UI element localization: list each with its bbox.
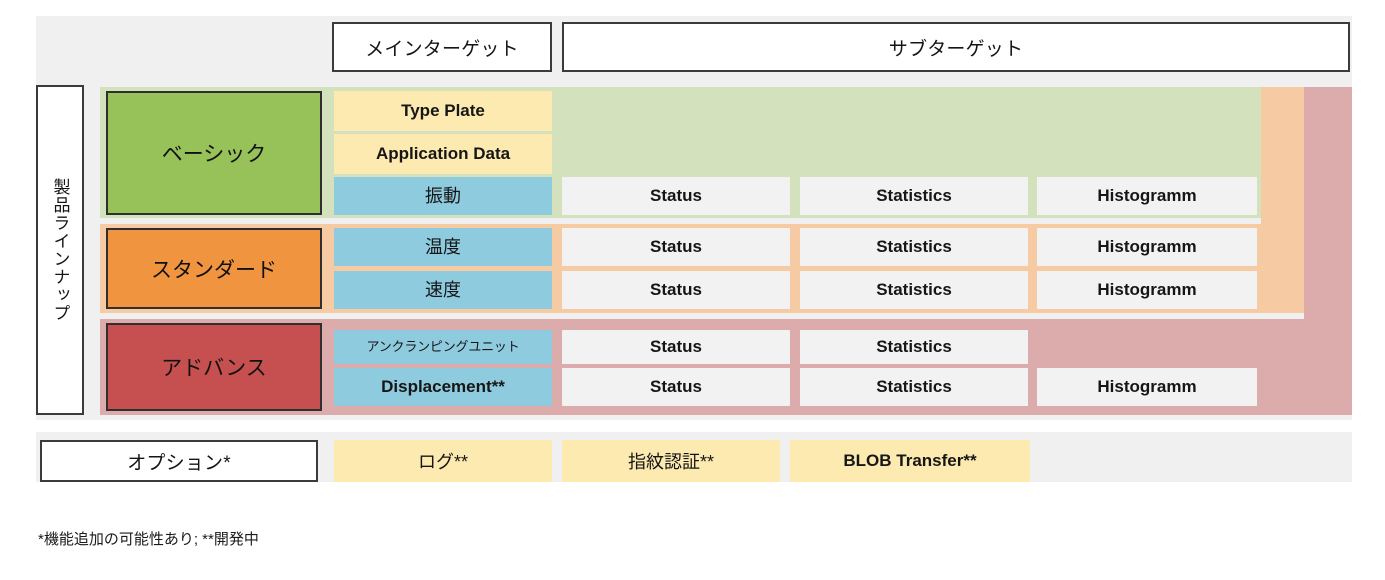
sub-cell-label: Histogramm — [1097, 280, 1197, 300]
product-lineup-matrix: メインターゲット サブターゲット 製品ラインナップ ベーシック Type Pla… — [0, 0, 1385, 580]
sub-cell-status[interactable]: Status — [562, 177, 790, 215]
sub-cell-label: Status — [650, 337, 702, 357]
sub-cell-statistics[interactable]: Statistics — [800, 228, 1028, 266]
sub-cell-label: Histogramm — [1097, 186, 1197, 206]
sub-cell-statistics[interactable]: Statistics — [800, 271, 1028, 309]
sub-cell-label: Statistics — [876, 186, 952, 206]
sub-cell-histogramm[interactable]: Histogramm — [1037, 228, 1257, 266]
tier-chip-advance[interactable]: アドバンス — [106, 323, 322, 411]
tier-chip-advance-label: アドバンス — [161, 357, 267, 380]
sub-cell-label: Status — [650, 186, 702, 206]
sub-cell-statistics[interactable]: Statistics — [800, 330, 1028, 364]
sub-cell-label: Histogramm — [1097, 377, 1197, 397]
side-label-product-lineup: 製品ラインナップ — [36, 85, 84, 415]
feature-label: 振動 — [425, 185, 461, 206]
feature-cell-speed[interactable]: 速度 — [334, 271, 552, 309]
header-sub-target: サブターゲット — [562, 22, 1350, 72]
sub-cell-label: Statistics — [876, 237, 952, 257]
sub-cell-histogramm[interactable]: Histogramm — [1037, 177, 1257, 215]
option-item-label: ログ** — [417, 452, 468, 472]
sub-cell-status[interactable]: Status — [562, 330, 790, 364]
footnote: *機能追加の可能性あり; **開発中 — [38, 528, 738, 552]
sub-cell-status[interactable]: Status — [562, 271, 790, 309]
sub-cell-label: Statistics — [876, 280, 952, 300]
feature-cell-temperature[interactable]: 温度 — [334, 228, 552, 266]
feature-label: Application Data — [375, 144, 511, 164]
option-item-blob-transfer[interactable]: BLOB Transfer** — [790, 440, 1030, 482]
feature-label: 速度 — [425, 279, 461, 300]
header-sub-target-label: サブターゲット — [888, 38, 1024, 60]
feature-label: 温度 — [425, 236, 461, 257]
feature-cell-unclamping-unit[interactable]: アンクランピングユニット — [334, 330, 552, 364]
option-item-log[interactable]: ログ** — [334, 440, 552, 482]
feature-cell-displacement[interactable]: Displacement** — [334, 368, 552, 406]
sub-cell-status[interactable]: Status — [562, 228, 790, 266]
sub-cell-label: Status — [650, 237, 702, 257]
sub-cell-label: Statistics — [876, 377, 952, 397]
tier-chip-standard[interactable]: スタンダード — [106, 228, 322, 309]
feature-cell-application-data[interactable]: Application Data — [334, 134, 552, 174]
tier-chip-standard-label: スタンダード — [151, 258, 277, 282]
tier-chip-basic[interactable]: ベーシック — [106, 91, 322, 215]
feature-label: アンクランピングユニット — [366, 339, 520, 355]
header-main-target-label: メインターゲット — [365, 38, 519, 60]
side-label-text: 製品ラインナップ — [50, 178, 70, 322]
option-label-text: オプション* — [127, 452, 231, 474]
sub-cell-histogramm[interactable]: Histogramm — [1037, 368, 1257, 406]
header-main-target: メインターゲット — [332, 22, 552, 72]
footnote-text: *機能追加の可能性あり; **開発中 — [38, 531, 259, 548]
feature-label: Displacement** — [381, 377, 505, 397]
option-item-label: 指紋認証** — [627, 452, 714, 472]
sub-cell-statistics[interactable]: Statistics — [800, 368, 1028, 406]
tier-chip-basic-label: ベーシック — [161, 143, 267, 166]
sub-cell-histogramm[interactable]: Histogramm — [1037, 271, 1257, 309]
sub-cell-label: Statistics — [876, 337, 952, 357]
option-item-fingerprint-auth[interactable]: 指紋認証** — [562, 440, 780, 482]
sub-cell-label: Status — [650, 377, 702, 397]
sub-cell-status[interactable]: Status — [562, 368, 790, 406]
sub-cell-label: Status — [650, 280, 702, 300]
feature-cell-type-plate[interactable]: Type Plate — [334, 91, 552, 131]
band-standard-tail — [1261, 87, 1304, 313]
option-label-box: オプション* — [40, 440, 318, 482]
sub-cell-label: Histogramm — [1097, 237, 1197, 257]
feature-cell-vibration[interactable]: 振動 — [334, 177, 552, 215]
option-item-label: BLOB Transfer** — [843, 451, 977, 470]
sub-cell-statistics[interactable]: Statistics — [800, 177, 1028, 215]
band-advance-tail — [1304, 87, 1352, 415]
feature-label: Type Plate — [401, 101, 485, 121]
